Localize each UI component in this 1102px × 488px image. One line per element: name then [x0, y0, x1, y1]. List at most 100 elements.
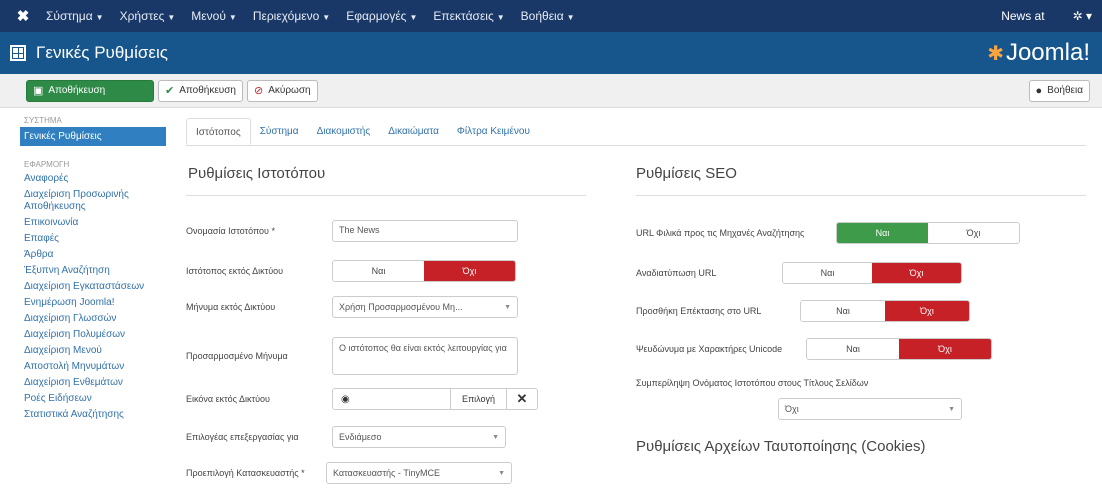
- default-editor-label: Προεπιλογή Κατασκευαστής *: [186, 468, 305, 478]
- check-icon: ✔: [165, 85, 175, 97]
- yes-option[interactable]: Ναι: [333, 261, 424, 281]
- sidebar-item[interactable]: Ροές Ειδήσεων: [20, 391, 166, 407]
- seo-friendly-toggle: Ναι Όχι: [836, 222, 1020, 244]
- save-button[interactable]: ▣ Αποθήκευση: [26, 79, 154, 102]
- site-name-row: Ονομασία Ιστοτόπου * The News: [186, 216, 586, 246]
- select-image-button[interactable]: Επιλογή: [451, 389, 507, 409]
- offline-image-row: Εικόνα εκτός Δικτύου ◉ Επιλογή ✕: [186, 384, 586, 414]
- site-link[interactable]: News at: [1001, 9, 1044, 23]
- tab-server[interactable]: Διακομιστής: [308, 118, 380, 145]
- caret-down-icon: ▼: [167, 13, 176, 22]
- site-name-input[interactable]: The News: [332, 220, 518, 242]
- eye-icon[interactable]: ◉: [333, 389, 451, 409]
- menu-help[interactable]: Βοήθεια ▼: [513, 9, 583, 23]
- menu-menus-label: Μενού: [191, 9, 226, 23]
- sidebar-header-system: ΣΥΣΤΗΜΑ: [24, 116, 62, 125]
- menu-users[interactable]: Χρήστες ▼: [112, 9, 184, 23]
- sitename-titles-select[interactable]: Όχι ▼: [778, 398, 962, 420]
- offline-message-row: Μήνυμα εκτός Δικτύου Χρήση Προσαρμοσμένο…: [186, 292, 586, 322]
- no-option[interactable]: Όχι: [928, 223, 1019, 243]
- sidebar-item[interactable]: Διαχείριση Γλωσσών: [20, 311, 166, 327]
- caret-down-icon: ▼: [322, 13, 331, 22]
- tab-system[interactable]: Σύστημα: [251, 118, 308, 145]
- menu-content[interactable]: Περιεχόμενο ▼: [245, 9, 338, 23]
- no-option[interactable]: Όχι: [424, 261, 515, 281]
- joomla-brand: ✱ Joomla!: [987, 39, 1090, 67]
- sidebar-item[interactable]: Διαχείριση Μενού: [20, 343, 166, 359]
- joomla-logo-icon[interactable]: ✖: [8, 7, 38, 25]
- url-suffix-row: Προσθήκη Επέκτασης στο URL Ναι Όχι: [636, 300, 1096, 322]
- chevron-down-icon: ▼: [504, 303, 511, 311]
- sidebar-item[interactable]: Επαφές: [20, 231, 166, 247]
- seo-friendly-label: URL Φιλικά προς τις Μηχανές Αναζήτησης: [636, 228, 805, 238]
- menu-menus[interactable]: Μενού ▼: [183, 9, 245, 23]
- yes-option[interactable]: Ναι: [801, 301, 885, 321]
- url-rewrite-row: Αναδιατύπωση URL Ναι Όχι: [636, 262, 1096, 284]
- sidebar-item[interactable]: Έξυπνη Αναζήτηση: [20, 263, 166, 279]
- sitename-titles-row: Συμπερίληψη Ονόματος Ιστοτόπου στους Τίτ…: [636, 378, 1096, 388]
- help-button[interactable]: ● Βοήθεια: [1028, 79, 1090, 102]
- sitename-titles-value: Όχι: [785, 404, 799, 414]
- sidebar-item[interactable]: Διαχείριση Πολυμέσων: [20, 327, 166, 343]
- menu-components[interactable]: Εφαρμογές ▼: [338, 9, 425, 23]
- url-suffix-label: Προσθήκη Επέκτασης στο URL: [636, 306, 762, 316]
- site-offline-toggle: Ναι Όχι: [332, 260, 516, 282]
- site-offline-label: Ιστότοπος εκτός Δικτύου: [186, 266, 284, 276]
- caret-down-icon: ▼: [95, 13, 104, 22]
- tab-site[interactable]: Ιστότοπος: [186, 118, 251, 145]
- offline-message-value: Χρήση Προσαρμοσμένου Μη...: [339, 302, 463, 312]
- sidebar-item[interactable]: Διαχείριση Προσωρινής Αποθήκευσης: [20, 187, 166, 215]
- unicode-aliases-toggle: Ναι Όχι: [806, 338, 992, 360]
- no-option[interactable]: Όχι: [885, 301, 969, 321]
- help-icon: ●: [1035, 84, 1043, 97]
- tab-permissions[interactable]: Δικαιώματα: [379, 118, 448, 145]
- editor-select[interactable]: Ενδιάμεσο ▼: [332, 426, 506, 448]
- sidebar-item[interactable]: Ενημέρωση Joomla!: [20, 295, 166, 311]
- custom-message-textarea[interactable]: Ο ιστότοπος θα είναι εκτός λειτουργίας γ…: [332, 337, 518, 375]
- offline-message-label: Μήνυμα εκτός Δικτύου: [186, 302, 276, 312]
- menu-system[interactable]: Σύστημα ▼: [38, 9, 112, 23]
- caret-down-icon: ▼: [566, 13, 575, 22]
- menu-content-label: Περιεχόμενο: [252, 9, 320, 23]
- cancel-icon: ⊘: [254, 85, 264, 97]
- sidebar-header-components: ΕΦΑΡΜΟΓΗ: [24, 160, 70, 169]
- yes-option[interactable]: Ναι: [783, 263, 872, 283]
- url-suffix-toggle: Ναι Όχι: [800, 300, 970, 322]
- url-rewrite-toggle: Ναι Όχι: [782, 262, 962, 284]
- no-option[interactable]: Όχι: [899, 339, 991, 359]
- default-editor-select[interactable]: Κατασκευαστής - TinyMCE ▼: [326, 462, 512, 484]
- top-navbar: ✖ Σύστημα ▼ Χρήστες ▼ Μενού ▼ Περιεχόμενο ▼ …: [0, 0, 1102, 32]
- editor-row: Επιλογέας επεξεργασίας για Ενδιάμεσο ▼: [186, 422, 586, 452]
- page-title: Γενικές Ρυθμίσεις: [36, 43, 168, 62]
- unicode-aliases-label: Ψευδώνυμα με Χαρακτήρες Unicode: [636, 344, 783, 354]
- sidebar-item[interactable]: Αναφορές: [20, 171, 166, 187]
- sidebar-item[interactable]: Άρθρα: [20, 247, 166, 263]
- sidebar-item[interactable]: Επικοινωνία: [20, 215, 166, 231]
- menu-help-label: Βοήθεια: [520, 9, 564, 23]
- sitename-titles-label: Συμπερίληψη Ονόματος Ιστοτόπου στους Τίτ…: [636, 378, 869, 388]
- yes-option[interactable]: Ναι: [837, 223, 928, 243]
- menu-extensions[interactable]: Επεκτάσεις ▼: [425, 9, 512, 23]
- sidebar-item[interactable]: Αποστολή Μηνυμάτων: [20, 359, 166, 375]
- editor-label: Επιλογέας επεξεργασίας για: [186, 432, 299, 442]
- no-option[interactable]: Όχι: [872, 263, 961, 283]
- save-close-button[interactable]: ✔ Αποθήκευση: [158, 79, 243, 102]
- save-icon: ▣: [33, 85, 44, 97]
- editor-value: Ενδιάμεσο: [339, 432, 382, 442]
- seo-settings-title: Ρυθμίσεις SEO: [636, 165, 737, 182]
- sidebar-item[interactable]: Διαχείριση Ενθεμάτων: [20, 375, 166, 391]
- default-editor-row: Προεπιλογή Κατασκευαστής * Κατασκευαστής…: [186, 458, 586, 488]
- yes-option[interactable]: Ναι: [807, 339, 899, 359]
- caret-down-icon: ▼: [409, 13, 418, 22]
- clear-image-button[interactable]: ✕: [507, 389, 537, 409]
- sidebar-item[interactable]: Διαχείριση Εγκαταστάσεων: [20, 279, 166, 295]
- user-gear-icon[interactable]: ✲ ▾: [1059, 9, 1092, 23]
- cancel-button[interactable]: ⊘ Ακύρωση: [247, 79, 318, 102]
- offline-message-select[interactable]: Χρήση Προσαρμοσμένου Μη... ▼: [332, 296, 518, 318]
- help-label: Βοήθεια: [1047, 85, 1083, 96]
- caret-down-icon: ▼: [228, 13, 237, 22]
- sidebar-item[interactable]: Στατιστικά Αναζήτησης: [20, 407, 166, 423]
- sidebar-item-global-config[interactable]: Γενικές Ρυθμίσεις: [20, 127, 166, 146]
- tab-text-filters[interactable]: Φίλτρα Κειμένου: [448, 118, 539, 145]
- custom-message-row: Προσαρμοσμένο Μήνυμα Ο ιστότοπος θα είνα…: [186, 336, 586, 376]
